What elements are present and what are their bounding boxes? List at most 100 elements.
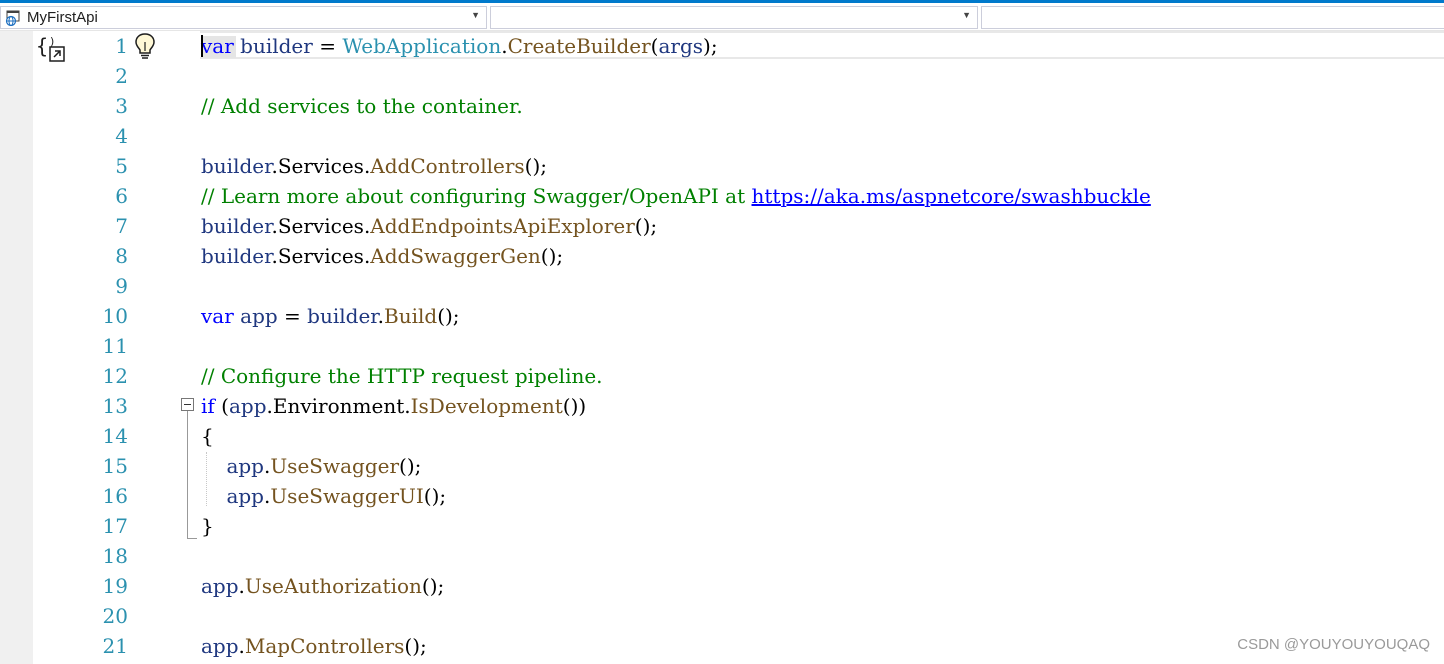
line-number: 5 — [115, 154, 128, 178]
indent-guide — [206, 452, 207, 506]
code-token: (); — [404, 634, 427, 658]
code-line[interactable]: builder.Services.AddControllers(); — [201, 151, 547, 181]
code-line[interactable]: builder.Services.AddSwaggerGen(); — [201, 241, 563, 271]
code-token: if — [201, 394, 215, 418]
code-line[interactable]: } — [201, 511, 214, 541]
code-line[interactable]: // Learn more about configuring Swagger/… — [201, 181, 1151, 211]
line-number: 2 — [115, 64, 128, 88]
line-number: 16 — [102, 484, 128, 508]
codelens-icon[interactable]: { ) — [36, 34, 68, 64]
code-token: builder — [307, 304, 378, 328]
code-line[interactable]: // Configure the HTTP request pipeline. — [201, 361, 603, 391]
line-number: 3 — [115, 94, 128, 118]
project-name: MyFirstApi — [27, 9, 98, 26]
code-token: app — [201, 574, 239, 598]
code-token: AddSwaggerGen — [370, 244, 541, 268]
code-token: UseAuthorization — [244, 574, 422, 598]
chevron-down-icon[interactable]: ▼ — [471, 10, 480, 20]
code-comment: // Learn more about configuring Swagger/… — [201, 184, 752, 208]
code-comment: // Configure the HTTP request pipeline. — [201, 364, 603, 388]
code-token: ()) — [562, 394, 587, 418]
indicator-margin — [0, 31, 33, 664]
text-caret — [201, 35, 203, 57]
code-token: } — [201, 514, 214, 538]
line-number: 6 — [115, 184, 128, 208]
code-line[interactable]: // Add services to the container. — [201, 91, 523, 121]
code-token: app — [226, 484, 264, 508]
code-token: app — [240, 304, 278, 328]
line-number: 20 — [102, 604, 128, 628]
line-number: 18 — [102, 544, 128, 568]
code-line[interactable]: { — [201, 421, 214, 451]
line-number: 11 — [102, 334, 128, 358]
code-line[interactable]: builder.Services.AddEndpointsApiExplorer… — [201, 211, 657, 241]
scope-dropdown[interactable] — [981, 6, 1444, 29]
code-line[interactable]: app.MapControllers(); — [201, 631, 427, 661]
code-token: CreateBuilder — [507, 34, 651, 58]
navigation-bar: MyFirstApi ▼ ▼ — [0, 3, 1444, 31]
chevron-down-icon[interactable]: ▼ — [962, 10, 971, 20]
code-line[interactable]: if (app.Environment.IsDevelopment()) — [201, 391, 586, 421]
code-line[interactable]: var builder = WebApplication.CreateBuild… — [201, 31, 718, 61]
project-dropdown[interactable]: MyFirstApi ▼ — [0, 6, 487, 29]
code-token: builder — [240, 34, 313, 58]
line-number: 7 — [115, 214, 128, 238]
code-token: (); — [421, 574, 445, 598]
code-token: (); — [399, 454, 422, 478]
code-token: ( — [214, 394, 229, 418]
code-token: Environment — [272, 394, 405, 418]
url-link[interactable]: https://aka.ms/aspnetcore/swashbuckle — [752, 184, 1151, 208]
code-token: (); — [540, 244, 564, 268]
code-token: var — [201, 34, 234, 58]
code-token: AddEndpointsApiExplorer — [370, 214, 635, 238]
code-token: IsDevelopment — [410, 394, 563, 418]
line-number: 17 — [102, 514, 128, 538]
line-number: 9 — [115, 274, 128, 298]
code-token: = — [312, 34, 343, 58]
member-dropdown[interactable]: ▼ — [490, 6, 978, 29]
code-token: AddControllers — [370, 154, 525, 178]
code-token: Services — [277, 214, 364, 238]
code-token: app — [228, 394, 267, 418]
line-number: 21 — [102, 634, 128, 658]
code-token: builder — [201, 154, 272, 178]
code-line[interactable]: app.UseSwaggerUI(); — [201, 481, 446, 511]
lightbulb-icon[interactable] — [133, 32, 157, 60]
code-line[interactable]: app.UseAuthorization(); — [201, 571, 444, 601]
outline-line — [187, 411, 188, 539]
code-token: Services — [277, 244, 364, 268]
code-line[interactable]: var app = builder.Build(); — [201, 301, 460, 331]
code-token: Services — [277, 154, 364, 178]
code-token: Build — [384, 304, 438, 328]
collapse-icon[interactable] — [181, 398, 194, 411]
code-token: UseSwagger — [270, 454, 400, 478]
project-icon — [5, 10, 20, 26]
code-token: var — [201, 304, 234, 328]
code-token: (); — [524, 154, 548, 178]
line-number: 12 — [102, 364, 128, 388]
code-token: (); — [437, 304, 460, 328]
line-number: 14 — [102, 424, 128, 448]
code-token: (); — [423, 484, 447, 508]
code-token: UseSwaggerUI — [270, 484, 424, 508]
code-token: app — [201, 634, 239, 658]
code-token: builder — [201, 244, 272, 268]
code-line[interactable]: app.UseSwagger(); — [201, 451, 421, 481]
outline-end — [187, 538, 197, 539]
code-token: { — [201, 424, 214, 448]
line-number: 10 — [102, 304, 128, 328]
code-token: MapControllers — [244, 634, 405, 658]
line-number: 1 — [115, 34, 128, 58]
line-number: 13 — [102, 394, 128, 418]
svg-text:): ) — [49, 35, 56, 48]
code-token: app — [226, 454, 264, 478]
code-token: args — [658, 34, 704, 58]
code-token: = — [277, 304, 308, 328]
code-token: ); — [703, 34, 718, 58]
line-number: 19 — [102, 574, 128, 598]
code-token: builder — [201, 214, 272, 238]
watermark: CSDN @YOUYOUYOUQAQ — [1237, 636, 1430, 653]
code-token: WebApplication — [342, 34, 502, 58]
